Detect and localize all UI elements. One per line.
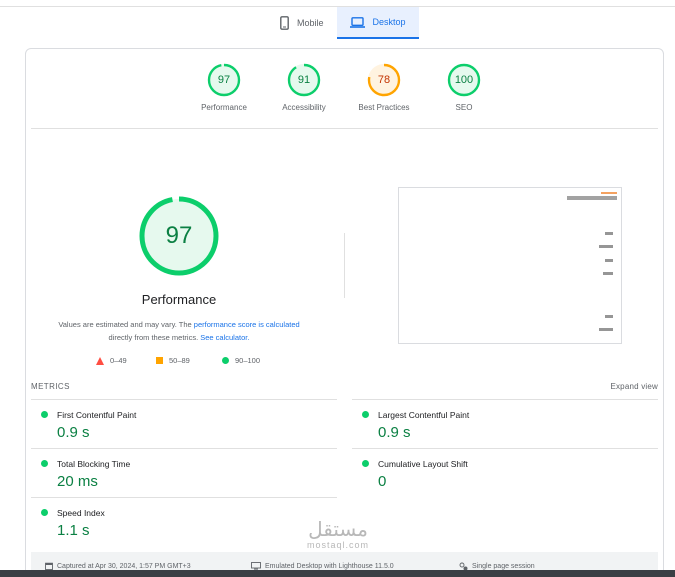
metric-name: First Contentful Paint [57,410,137,420]
pass-circle-icon [41,411,48,418]
legend-average: 50–89 [156,356,190,365]
gauge-score: 100 [454,74,474,86]
legend-fail: 0–49 [96,356,127,365]
expand-view-button[interactable]: Expand view [610,382,658,391]
bottom-bar [0,570,675,577]
smartphone-icon [280,16,289,30]
device-tabs: Mobile Desktop [267,7,419,39]
square-icon [156,357,163,364]
circle-icon [222,357,229,364]
tab-mobile[interactable]: Mobile [267,7,337,39]
gauge-score: 78 [377,74,391,86]
gauge-label: Accessibility [282,103,326,112]
performance-title: Performance [141,292,217,307]
metric-cls[interactable]: Cumulative Layout Shift 0 [352,448,658,497]
gauge-score: 91 [297,74,311,86]
performance-gauge: 97 [139,196,219,276]
metric-name: Total Blocking Time [57,459,131,469]
metrics-title: METRICS [31,382,70,391]
metric-value: 20 ms [57,473,98,490]
gauge-label: Performance [201,103,247,112]
watermark-arabic: مستقل [308,519,368,541]
category-gauges: 97 Performance 91 Accessibility 78 Best … [26,63,665,113]
pass-circle-icon [41,509,48,516]
metric-si[interactable]: Speed Index 1.1 s [31,497,337,546]
tab-desktop[interactable]: Desktop [336,7,419,39]
score-calc-link[interactable]: performance score is calculated [194,320,300,329]
site-watermark: مستقل mostaql.com [296,520,380,550]
pass-circle-icon [41,460,48,467]
gauge-seo[interactable]: 100 SEO [429,63,499,112]
triangle-icon [96,356,104,365]
pass-circle-icon [362,460,369,467]
metric-name: Cumulative Layout Shift [378,459,468,469]
gauge-label: SEO [455,103,473,112]
legend-pass: 90–100 [222,356,260,365]
gauge-label: Best Practices [358,103,410,112]
report-card: 97 Performance 91 Accessibility 78 Best … [25,48,664,577]
metric-value: 0.9 s [378,424,411,441]
metric-name: Largest Contentful Paint [378,410,470,420]
score-legend: 0–49 50–89 90–100 [96,356,296,368]
metric-fcp[interactable]: First Contentful Paint 0.9 s [31,399,337,448]
gauge-best-practices[interactable]: 78 Best Practices [349,63,419,112]
pass-circle-icon [362,411,369,418]
calendar-icon [45,562,53,570]
laptop-icon [349,16,365,28]
metric-name: Speed Index [57,508,105,518]
emulation-info: Emulated Desktop with Lighthouse 11.5.0 [251,562,394,570]
metric-lcp[interactable]: Largest Contentful Paint 0.9 s [352,399,658,448]
final-screenshot[interactable] [398,187,622,344]
tab-desktop-label: Desktop [372,17,406,27]
vertical-separator [344,233,345,298]
metric-tbt[interactable]: Total Blocking Time 20 ms [31,448,337,497]
performance-note: Values are estimated and may vary. The p… [58,320,300,342]
captured-info: Captured at Apr 30, 2024, 1:57 PM GMT+3 [45,562,191,570]
watermark-latin: mostaql.com [306,540,370,550]
section-divider [31,128,658,129]
metrics-header: METRICS Expand view [31,382,658,394]
gauge-score: 97 [217,74,231,86]
gauge-performance[interactable]: 97 Performance [189,63,259,112]
metric-value: 0.9 s [57,424,90,441]
see-calculator-link[interactable]: See calculator. [200,333,249,342]
tab-mobile-label: Mobile [297,18,324,28]
metric-value: 1.1 s [57,522,90,539]
gauge-accessibility[interactable]: 91 Accessibility [269,63,339,112]
metric-value: 0 [378,473,387,490]
desktop-icon [251,562,261,570]
performance-score: 97 [165,222,193,249]
